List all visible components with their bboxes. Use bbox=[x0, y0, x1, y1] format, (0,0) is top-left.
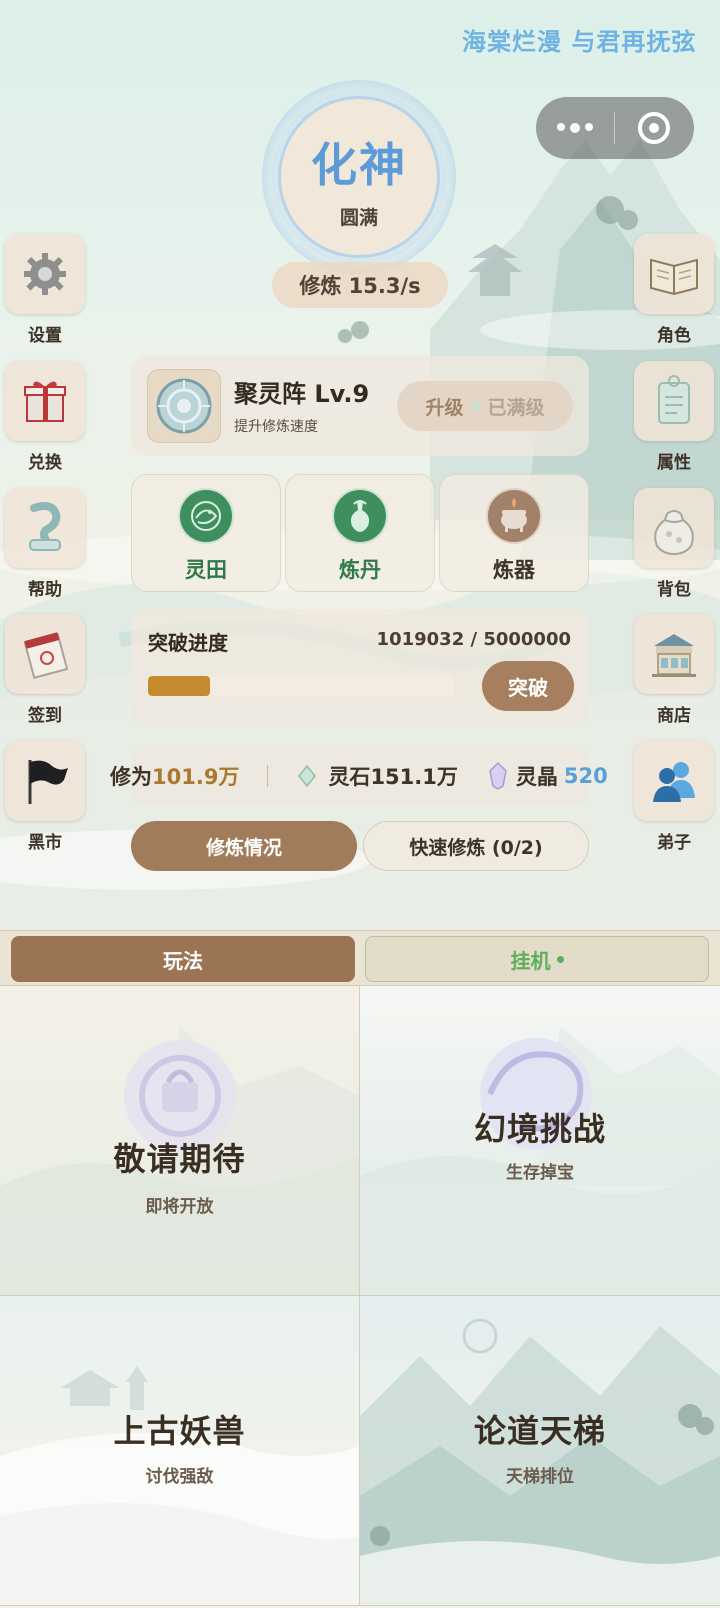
mode-illusion-challenge[interactable]: 幻境挑战 生存掉宝 bbox=[360, 986, 720, 1296]
checkin-label: 签到 bbox=[28, 706, 62, 726]
tab-play[interactable]: 玩法 bbox=[11, 936, 355, 982]
mode-ancient-beasts[interactable]: 上古妖兽 讨伐强敌 bbox=[0, 1296, 360, 1606]
mode-coming-soon[interactable]: 敬请期待 即将开放 bbox=[0, 986, 360, 1296]
upgrade-button[interactable]: 升级 已满级 bbox=[397, 381, 573, 431]
forge-card[interactable]: 炼器 bbox=[439, 474, 589, 592]
coming-soon-title: 敬请期待 bbox=[113, 1140, 246, 1178]
forge-cauldron-icon bbox=[486, 488, 542, 544]
alchemy-label: 炼丹 bbox=[339, 558, 381, 582]
cultivation-rate: 修炼 15.3/s bbox=[272, 262, 448, 308]
bag-label: 背包 bbox=[657, 580, 691, 600]
redeem-button[interactable]: 兑换 bbox=[5, 361, 85, 473]
breakthrough-progress-fill bbox=[148, 676, 211, 696]
spirit-field-card[interactable]: 灵田 bbox=[131, 474, 281, 592]
breakthrough-progress-text: 1019032 / 5000000 bbox=[376, 629, 571, 650]
settings-label: 设置 bbox=[28, 326, 62, 346]
black-flag-icon bbox=[28, 760, 68, 804]
spirit-crystal-value: 520 bbox=[563, 764, 608, 788]
redeem-label: 兑换 bbox=[28, 453, 62, 473]
illusion-subtitle: 生存掉宝 bbox=[506, 1163, 574, 1183]
spirit-field-icon bbox=[178, 488, 234, 544]
shop-icon bbox=[652, 634, 696, 677]
cultivation-value: 101.9万 bbox=[152, 765, 240, 789]
max-level-label: 已满级 bbox=[487, 396, 545, 419]
more-dots-icon[interactable] bbox=[536, 97, 614, 159]
disciples-button[interactable]: 弟子 bbox=[634, 741, 714, 853]
black-market-button[interactable]: 黑市 bbox=[5, 741, 85, 853]
ancient-beasts-title: 上古妖兽 bbox=[113, 1412, 246, 1450]
quick-cultivate-button[interactable]: 快速修炼 (0/2) bbox=[363, 821, 589, 871]
cultivation-label: 修为 bbox=[110, 765, 152, 789]
checkin-button[interactable]: 签到 bbox=[5, 614, 85, 726]
calendar-icon bbox=[23, 632, 69, 680]
tab-idle-label: 挂机 bbox=[510, 948, 551, 973]
book-icon bbox=[650, 258, 698, 296]
coming-soon-subtitle: 即将开放 bbox=[145, 1197, 214, 1217]
spirit-field-label: 灵田 bbox=[185, 558, 227, 582]
miniprogram-capsule bbox=[536, 97, 694, 159]
upgrade-label: 升级 bbox=[425, 396, 464, 419]
formation-subtitle: 提升修炼速度 bbox=[234, 419, 318, 435]
character-button[interactable]: 角色 bbox=[634, 234, 714, 346]
forge-label: 炼器 bbox=[493, 558, 535, 582]
ancient-beasts-subtitle: 讨伐强敌 bbox=[145, 1467, 214, 1487]
spirit-crystal-icon bbox=[489, 762, 507, 790]
formation-title: 聚灵阵 Lv.9 bbox=[234, 380, 370, 408]
mode-dao-ladder[interactable]: 论道天梯 天梯排位 bbox=[360, 1296, 720, 1606]
gear-icon bbox=[24, 253, 66, 295]
spirit-crystal-label: 灵晶 bbox=[515, 765, 558, 789]
tab-idle[interactable]: 挂机 bbox=[365, 936, 709, 982]
gem-icon bbox=[471, 401, 480, 411]
alchemy-vase-icon bbox=[332, 488, 388, 544]
realm-stage: 圆满 bbox=[339, 207, 378, 229]
spirit-stone-value: 151.1万 bbox=[370, 765, 458, 789]
dao-ladder-title: 论道天梯 bbox=[473, 1412, 606, 1450]
announcement-marquee: 海棠烂漫 与君再抚弦 bbox=[462, 22, 720, 58]
disciples-label: 弟子 bbox=[657, 833, 691, 853]
attributes-label: 属性 bbox=[657, 453, 691, 473]
disciples-icon bbox=[653, 762, 695, 802]
tab-bar: 玩法 挂机 bbox=[0, 930, 720, 986]
formation-disc-icon bbox=[147, 369, 221, 443]
shop-label: 商店 bbox=[657, 706, 691, 726]
resources-row: 修为 101.9万 灵石 151.1万 灵晶 520 bbox=[110, 758, 610, 794]
alchemy-card[interactable]: 炼丹 bbox=[285, 474, 435, 592]
character-label: 角色 bbox=[657, 326, 691, 346]
bag-button[interactable]: 背包 bbox=[634, 488, 714, 600]
scroll-help-icon bbox=[29, 502, 61, 551]
settings-button[interactable]: 设置 bbox=[5, 234, 85, 346]
gift-box-icon bbox=[24, 381, 66, 422]
tag-icon bbox=[658, 375, 690, 424]
dao-ladder-subtitle: 天梯排位 bbox=[506, 1467, 574, 1487]
spirit-stone-label: 灵石 bbox=[328, 765, 371, 789]
formation-card: 聚灵阵 Lv.9 提升修炼速度 升级 已满级 bbox=[131, 356, 589, 456]
pouch-icon bbox=[654, 510, 694, 556]
spirit-stone-icon bbox=[298, 765, 317, 787]
black-market-label: 黑市 bbox=[28, 833, 62, 853]
realm-badge: 化神 圆满 bbox=[278, 96, 440, 258]
breakthrough-card: 突破进度 1019032 / 5000000 突破 bbox=[131, 609, 589, 727]
illusion-title: 幻境挑战 bbox=[473, 1110, 606, 1148]
breakthrough-progress-bar bbox=[148, 676, 454, 696]
attributes-button[interactable]: 属性 bbox=[634, 361, 714, 473]
cultivation-status-button[interactable]: 修炼情况 bbox=[131, 821, 357, 871]
active-dot-icon bbox=[556, 955, 564, 963]
announcement-text: 海棠烂漫 与君再抚弦 bbox=[462, 28, 697, 56]
resource-divider bbox=[267, 765, 269, 787]
help-label: 帮助 bbox=[28, 580, 62, 600]
help-button[interactable]: 帮助 bbox=[5, 488, 85, 600]
target-close-icon[interactable] bbox=[615, 97, 693, 159]
shop-button[interactable]: 商店 bbox=[634, 614, 714, 726]
breakthrough-button[interactable]: 突破 bbox=[482, 661, 574, 711]
breakthrough-title: 突破进度 bbox=[148, 631, 228, 655]
realm-name: 化神 bbox=[311, 138, 407, 192]
